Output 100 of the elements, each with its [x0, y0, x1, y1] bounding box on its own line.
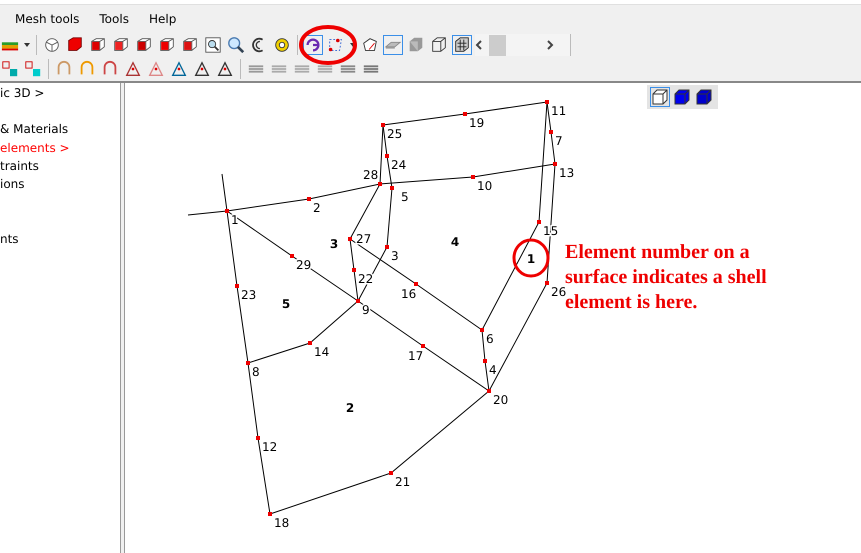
node-marker: [414, 282, 418, 286]
node-label: 18: [274, 516, 290, 530]
element-label: 3: [330, 237, 338, 251]
node-marker: [308, 341, 312, 345]
element-label: 5: [282, 297, 290, 311]
node-marker: [549, 130, 553, 134]
toolbar-button[interactable]: [226, 35, 246, 55]
node-label: 8: [252, 365, 260, 379]
node-points-icon: [327, 36, 345, 54]
node-marker: [483, 359, 487, 363]
chevron-right-icon[interactable]: [546, 40, 554, 50]
toolbar-button[interactable]: [203, 35, 223, 55]
node-marker: [385, 245, 389, 249]
node-marker: [553, 162, 557, 166]
node-label: 3: [391, 249, 399, 263]
tree-item[interactable]: & Materials: [0, 122, 68, 136]
cube-icon: [135, 36, 153, 54]
node-marker: [256, 436, 260, 440]
menu-item[interactable]: Help: [140, 10, 186, 28]
chevron-left-icon[interactable]: [475, 40, 483, 50]
search-icon: [227, 36, 245, 54]
node-label: 2: [313, 201, 321, 215]
node-marker: [246, 361, 250, 365]
element-label: 1: [526, 252, 536, 266]
node-marker: [545, 281, 549, 285]
tree-item[interactable]: ic 3D >: [0, 86, 44, 100]
node-marker: [378, 182, 382, 186]
triangle-icon: [170, 60, 188, 78]
node-label: 28: [363, 168, 378, 182]
node-label: 10: [477, 179, 492, 193]
dropdown-caret-icon[interactable]: [23, 42, 31, 48]
mesh-cube-icon: [453, 36, 471, 54]
node-marker: [307, 197, 311, 201]
squares-icon: [24, 60, 42, 78]
node-label: 7: [555, 134, 563, 148]
node-marker: [471, 175, 475, 179]
node-label: 27: [356, 232, 372, 246]
toolbar-button[interactable]: [303, 35, 323, 55]
node-marker: [480, 328, 484, 332]
target-icon: [273, 36, 291, 54]
node-marker: [356, 299, 360, 303]
block-icon: [66, 36, 84, 54]
cube-icon: [181, 36, 199, 54]
wireframe-cube-icon: [430, 36, 448, 54]
annotation-circle: [298, 24, 358, 66]
node-marker: [421, 344, 425, 348]
node-label: 20: [493, 393, 508, 407]
node-label: 11: [551, 104, 566, 118]
menu-item[interactable]: Tools: [90, 10, 138, 28]
annotation-text: Element number on a surface indicates a shell element is here.: [565, 240, 768, 315]
node-marker: [348, 237, 352, 241]
zoom-box-icon: [204, 36, 222, 54]
node-label: 14: [314, 345, 330, 359]
cube-icon: [112, 36, 130, 54]
triangle-icon: [147, 60, 165, 78]
node-label: 21: [395, 475, 410, 489]
node-label: 9: [362, 303, 370, 317]
tree-item[interactable]: elements >: [0, 140, 70, 155]
annotation-circle: [512, 238, 550, 278]
node-marker: [381, 123, 385, 127]
cube-icon: [89, 36, 107, 54]
node-marker: [537, 220, 541, 224]
node-marker: [390, 186, 394, 190]
node-label: 16: [401, 287, 416, 301]
triangle-icon: [193, 60, 211, 78]
node-label: 23: [241, 288, 256, 302]
triangle-icon: [124, 60, 142, 78]
node-label: 24: [391, 158, 406, 172]
menu-item[interactable]: Mesh tools: [6, 10, 88, 28]
node-label: 13: [559, 166, 574, 180]
node-label: 4: [489, 363, 497, 377]
polygon-icon: [361, 36, 379, 54]
tree-item[interactable]: traints: [0, 158, 39, 173]
toolbar-button[interactable]: [192, 59, 212, 79]
node-marker: [545, 100, 549, 104]
node-marker: [235, 284, 239, 288]
node-label: 26: [551, 285, 566, 299]
element-label: 4: [450, 235, 460, 249]
node-marker: [352, 268, 356, 272]
node-marker: [487, 389, 491, 393]
view-mode-button[interactable]: [694, 87, 714, 107]
solid-block-icon: [407, 36, 425, 54]
hook-icon: [304, 36, 322, 54]
node-marker: [385, 154, 389, 158]
view-mode-button[interactable]: [672, 87, 692, 107]
toolbar-button[interactable]: [215, 59, 235, 79]
tree-item[interactable]: ions: [0, 177, 25, 191]
node-label: 17: [408, 349, 424, 363]
node-label: 6: [486, 332, 494, 346]
node-label: 5: [401, 190, 409, 204]
triangle-icon: [216, 60, 234, 78]
node-label: 12: [262, 440, 278, 454]
view-mode-button[interactable]: [650, 87, 670, 107]
squares-icon: [1, 60, 19, 78]
tree-item[interactable]: nts: [0, 232, 19, 246]
node-label: 19: [469, 116, 484, 130]
node-marker: [268, 512, 272, 516]
toolbar-button[interactable]: [452, 35, 472, 55]
element-label: 2: [346, 401, 354, 415]
node-marker: [225, 209, 229, 213]
